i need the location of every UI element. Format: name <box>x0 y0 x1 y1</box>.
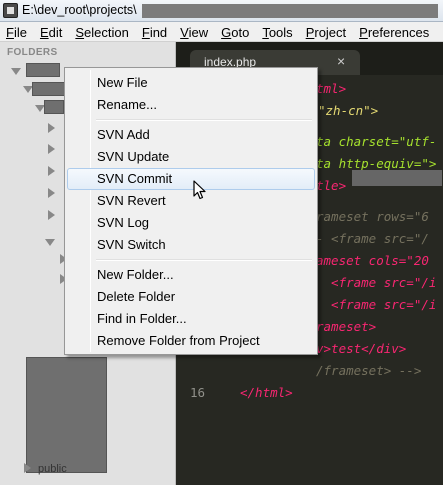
menu-selection[interactable]: Selection <box>69 22 135 41</box>
code-line: ta charset="utf- <box>316 134 437 149</box>
menu-tools[interactable]: Tools <box>256 22 299 41</box>
code-line: tle> <box>316 178 347 193</box>
folders-header: FOLDERS <box>7 47 58 58</box>
menu-project[interactable]: Project <box>300 22 353 41</box>
window-title: E:\dev_root\projects\ <box>22 3 137 17</box>
code-line: - <frame src="/ <box>316 231 429 246</box>
ctx-svn-update[interactable]: SVN Update <box>67 146 315 168</box>
ctx-svn-switch[interactable]: SVN Switch <box>67 234 315 256</box>
ctx-remove-folder[interactable]: Remove Folder from Project <box>67 330 315 352</box>
ctx-new-folder[interactable]: New Folder... <box>67 264 315 286</box>
code-line: rameset> <box>316 319 377 334</box>
menu-separator <box>96 259 312 261</box>
code-line: v>test</div> <box>316 341 407 356</box>
ctx-svn-revert[interactable]: SVN Revert <box>67 190 315 212</box>
ctx-svn-add[interactable]: SVN Add <box>67 124 315 146</box>
menu-edit[interactable]: Edit <box>34 22 69 41</box>
ctx-new-file[interactable]: New File <box>67 72 315 94</box>
menu-find[interactable]: Find <box>136 22 174 41</box>
line-number: 16 <box>190 385 206 400</box>
code-line: /frameset> --> <box>316 363 422 378</box>
expand-arrow-icon[interactable] <box>48 188 55 198</box>
code-line: ta http-equiv="> <box>316 156 437 171</box>
redacted-title-text <box>352 170 442 186</box>
redacted-title-path <box>142 4 438 18</box>
ctx-svn-commit[interactable]: SVN Commit <box>67 168 315 190</box>
context-menu: New File Rename... SVN Add SVN Update SV… <box>64 67 318 355</box>
menu-bar: File Edit Selection Find View Goto Tools… <box>0 22 443 42</box>
menu-file[interactable]: File <box>0 22 34 41</box>
code-line: </html> <box>240 385 293 400</box>
redacted-subfolder[interactable] <box>32 82 66 96</box>
ctx-delete-folder[interactable]: Delete Folder <box>67 286 315 308</box>
ctx-rename[interactable]: Rename... <box>67 94 315 116</box>
tab-close-icon[interactable]: × <box>337 53 345 69</box>
menu-separator <box>96 119 312 121</box>
menu-goto[interactable]: Goto <box>215 22 256 41</box>
code-line: rameset rows="6 <box>316 209 429 224</box>
code-line: <frame src="/i <box>316 275 437 290</box>
code-line: tml> <box>316 81 347 96</box>
folder-public[interactable]: public <box>38 463 67 475</box>
expand-arrow-icon[interactable] <box>48 166 55 176</box>
collapse-arrow-icon[interactable] <box>45 239 55 246</box>
app-icon <box>3 3 18 18</box>
code-line: "zh-cn"> <box>318 103 379 118</box>
redacted-root-folder[interactable] <box>26 63 60 77</box>
menu-view[interactable]: View <box>174 22 215 41</box>
expand-arrow-icon[interactable] <box>24 463 31 473</box>
code-line: ameset cols="20 <box>316 253 429 268</box>
menu-preferences[interactable]: Preferences <box>353 22 436 41</box>
expand-arrow-icon[interactable] <box>48 123 55 133</box>
ctx-find-in-folder[interactable]: Find in Folder... <box>67 308 315 330</box>
collapse-arrow-icon[interactable] <box>11 68 21 75</box>
expand-arrow-icon[interactable] <box>48 210 55 220</box>
redacted-subfolder[interactable] <box>44 100 64 114</box>
expand-arrow-icon[interactable] <box>48 144 55 154</box>
title-bar: E:\dev_root\projects\ <box>0 0 443 22</box>
mouse-cursor-icon <box>193 180 206 200</box>
ctx-svn-log[interactable]: SVN Log <box>67 212 315 234</box>
redacted-file-list <box>26 357 107 473</box>
code-line: <frame src="/i <box>316 297 437 312</box>
